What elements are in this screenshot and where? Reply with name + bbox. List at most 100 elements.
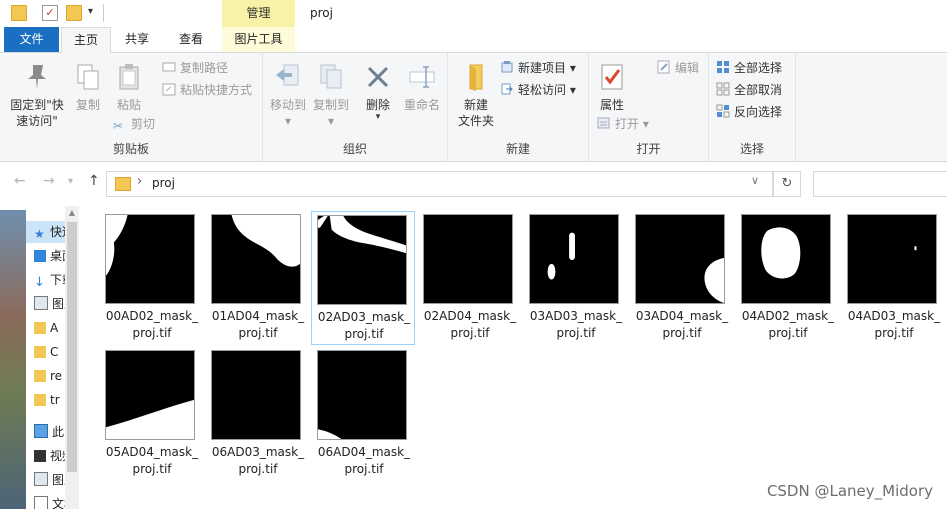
- tab-picture-tools[interactable]: 图片工具: [222, 27, 295, 52]
- file-name: 00AD02_mask_ proj.tif: [105, 309, 199, 340]
- open-button[interactable]: 打开 ▾: [597, 116, 649, 132]
- new-item-button[interactable]: 新建项目 ▾: [500, 60, 576, 76]
- divider: [103, 4, 104, 22]
- forward-arrow-icon[interactable]: →: [43, 173, 55, 189]
- select-all-button[interactable]: 全部选择: [716, 60, 782, 76]
- nav-item-folder-tr[interactable]: tr: [26, 389, 68, 411]
- file-item[interactable]: 06AD03_mask_ proj.tif: [206, 347, 310, 481]
- mask-thumbnail: [211, 214, 301, 304]
- pictures-icon: [34, 296, 48, 310]
- mask-thumbnail: [211, 350, 301, 440]
- breadcrumb-proj[interactable]: proj: [152, 176, 175, 190]
- computer-icon: [34, 424, 48, 438]
- ribbon: 固定到"快速访问" 复制 粘贴 复制路径 粘贴快捷方式 ✂ 剪切 剪贴板 移动到…: [0, 53, 947, 162]
- nav-item-videos[interactable]: 视频: [26, 445, 68, 467]
- chevron-right-icon[interactable]: ›: [137, 174, 142, 189]
- nav-scrollbar[interactable]: ▲: [65, 206, 79, 509]
- pin-icon: [21, 61, 53, 93]
- file-item[interactable]: 03AD03_mask_ proj.tif: [524, 211, 628, 345]
- nav-item-folder-c[interactable]: C: [26, 341, 68, 363]
- window-title: proj: [310, 6, 333, 20]
- address-dropdown-icon[interactable]: ∨: [742, 174, 768, 198]
- watermark-text: CSDN @Laney_Midory: [766, 482, 933, 500]
- file-item[interactable]: 03AD04_mask_ proj.tif: [630, 211, 734, 345]
- search-input[interactable]: [813, 171, 947, 197]
- edit-button[interactable]: 编辑: [657, 60, 699, 76]
- easy-access-button[interactable]: 轻松访问 ▾: [500, 82, 576, 98]
- paste-shortcut-label: 粘贴快捷方式: [180, 83, 253, 97]
- file-item[interactable]: 00AD02_mask_ proj.tif: [100, 211, 204, 345]
- select-group: 全部选择 全部取消 反向选择 选择: [709, 53, 796, 161]
- ribbon-tabs: 文件 主页 共享 查看 图片工具: [0, 27, 947, 54]
- chevron-down-icon: ▾: [375, 112, 381, 122]
- move-to-button[interactable]: 移动到 ▾: [268, 61, 308, 129]
- tab-view[interactable]: 查看: [167, 27, 215, 52]
- address-bar[interactable]: › proj ∨: [106, 171, 773, 197]
- rename-icon: [406, 61, 438, 93]
- pin-quick-access-button[interactable]: 固定到"快速访问": [6, 61, 68, 129]
- properties-quick-icon[interactable]: ✓: [42, 5, 58, 21]
- file-item[interactable]: 04AD03_mask_ proj.tif: [842, 211, 946, 345]
- paste-shortcut-button[interactable]: 粘贴快捷方式: [162, 82, 252, 98]
- file-item[interactable]: 01AD04_mask_ proj.tif: [206, 211, 310, 345]
- copy-path-label: 复制路径: [180, 61, 229, 75]
- folder-icon: [115, 177, 131, 191]
- file-item-selected[interactable]: 02AD03_mask_ proj.tif: [311, 211, 415, 345]
- copy-to-button[interactable]: 复制到 ▾: [311, 61, 351, 129]
- nav-item-downloads[interactable]: ↓下载: [26, 269, 68, 291]
- tab-home[interactable]: 主页: [61, 27, 111, 54]
- properties-label: 属性: [599, 98, 624, 112]
- tab-file[interactable]: 文件: [4, 27, 59, 52]
- nav-item-pictures-pc[interactable]: 图片: [26, 469, 68, 491]
- file-name: 04AD02_mask_ proj.tif: [741, 309, 835, 340]
- paste-label: 粘贴: [116, 98, 141, 112]
- recent-chevron-icon[interactable]: ▾: [68, 176, 73, 187]
- move-to-icon: [272, 61, 304, 93]
- back-arrow-icon[interactable]: ←: [14, 173, 26, 189]
- open-group: 属性 打开 ▾ 编辑 打开: [589, 53, 709, 161]
- nav-item-quick-access[interactable]: ★快速访问: [26, 221, 68, 243]
- copy-to-label: 复制到 ▾: [312, 98, 349, 128]
- file-item[interactable]: 04AD02_mask_ proj.tif: [736, 211, 840, 345]
- pictures-icon: [34, 472, 48, 486]
- nav-item-folder-a[interactable]: A: [26, 317, 68, 339]
- refresh-icon[interactable]: ↻: [773, 171, 801, 197]
- folder-icon: [34, 370, 46, 382]
- scroll-up-arrow-icon[interactable]: ▲: [65, 206, 79, 220]
- tab-share[interactable]: 共享: [113, 27, 161, 52]
- copy-button[interactable]: 复制: [70, 61, 106, 113]
- scroll-thumb[interactable]: [67, 222, 77, 472]
- file-item[interactable]: 02AD04_mask_ proj.tif: [418, 211, 522, 345]
- select-none-button[interactable]: 全部取消: [716, 82, 782, 98]
- properties-button[interactable]: 属性: [595, 61, 629, 113]
- folder-icon: [34, 322, 46, 334]
- invert-selection-button[interactable]: 反向选择: [716, 104, 782, 120]
- chevron-down-icon[interactable]: ▾: [88, 5, 102, 19]
- rename-button[interactable]: 重命名: [400, 61, 444, 113]
- file-item[interactable]: 05AD04_mask_ proj.tif: [100, 347, 204, 481]
- file-name: 02AD03_mask_ proj.tif: [317, 310, 411, 341]
- copy-path-button[interactable]: 复制路径: [162, 60, 228, 76]
- new-group: 新建 文件夹 新建项目 ▾ 轻松访问 ▾ 新建: [448, 53, 589, 161]
- address-row: ← → ▾ ↑ › proj ∨ ↻: [0, 167, 947, 199]
- nav-item-documents[interactable]: 文档: [26, 493, 68, 509]
- nav-item-pictures[interactable]: 图片: [26, 293, 68, 315]
- nav-item-folder-re[interactable]: re: [26, 365, 68, 387]
- nav-item-desktop[interactable]: 桌面: [26, 245, 68, 267]
- new-folder-button[interactable]: 新建 文件夹: [454, 61, 498, 129]
- cut-button[interactable]: ✂ 剪切: [113, 116, 155, 133]
- up-arrow-icon[interactable]: ↑: [88, 173, 100, 189]
- select-all-label: 全部选择: [734, 61, 783, 75]
- new-folder-quick-icon[interactable]: [66, 5, 82, 21]
- clipboard-icon: [113, 61, 145, 93]
- context-tab-manage[interactable]: 管理: [222, 0, 295, 27]
- file-item[interactable]: 06AD04_mask_ proj.tif: [312, 347, 416, 481]
- delete-button[interactable]: 删除 ▾: [361, 61, 395, 122]
- video-icon: [34, 450, 46, 462]
- file-name: 03AD04_mask_ proj.tif: [635, 309, 729, 340]
- move-to-label: 移动到 ▾: [269, 98, 306, 128]
- mask-thumbnail: [635, 214, 725, 304]
- paste-button[interactable]: 粘贴: [111, 61, 147, 113]
- folder-icon: [11, 5, 27, 21]
- nav-item-this-pc[interactable]: 此电脑: [26, 421, 68, 443]
